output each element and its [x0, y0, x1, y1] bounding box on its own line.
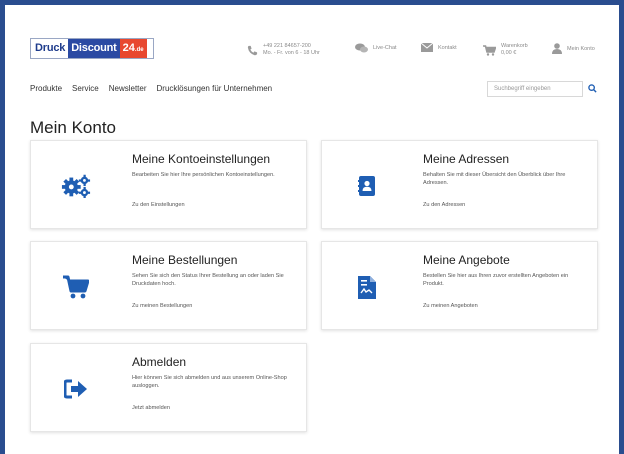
nav-item-newsletter[interactable]: Newsletter	[109, 84, 147, 93]
account-label: Mein Konto	[567, 45, 595, 52]
card-link[interactable]: Jetzt abmelden	[132, 405, 170, 411]
nav-item-druckloesungen[interactable]: Drucklösungen für Unternehmen	[157, 84, 273, 93]
page-frame: Druck Discount 24.de +49 221 84657-200 M…	[5, 5, 619, 454]
card-description: Bestellen Sie hier aus Ihren zuvor erste…	[423, 273, 569, 287]
contact-label: Kontakt	[438, 44, 457, 51]
logo-part-discount: Discount	[68, 39, 120, 58]
cart-icon	[61, 272, 91, 302]
nav-item-service[interactable]: Service	[72, 84, 99, 93]
cart-icon	[483, 44, 496, 56]
search-input[interactable]: Suchbegriff eingeben	[487, 81, 583, 97]
header-contact[interactable]: Kontakt	[421, 43, 457, 52]
gears-icon	[61, 171, 91, 201]
card-description: Bearbeiten Sie hier Ihre persönlichen Ko…	[132, 172, 275, 178]
address-book-icon	[352, 171, 382, 201]
nav-item-produkte[interactable]: Produkte	[30, 84, 62, 93]
header-cart[interactable]: Warenkorb 0,00 €	[483, 43, 528, 57]
user-icon	[552, 43, 562, 54]
main-nav: Produkte Service Newsletter Drucklösunge…	[30, 84, 282, 93]
card-description: Hier können Sie sich abmelden und aus un…	[132, 375, 287, 389]
phone-hours: Mo. - Fr. von 6 - 18 Uhr	[263, 50, 320, 56]
card-orders[interactable]: Meine Bestellungen Sehen Sie sich den St…	[30, 241, 307, 330]
card-link[interactable]: Zu den Adressen	[423, 202, 465, 208]
logo-part-druck: Druck	[31, 39, 69, 58]
card-logout[interactable]: Abmelden Hier können Sie sich abmelden u…	[30, 343, 307, 432]
logo-part-24: 24.de	[119, 39, 147, 58]
card-title: Meine Adressen	[423, 152, 510, 166]
page-title: Mein Konto	[30, 118, 116, 137]
card-description: Behalten Sie mit dieser Übersicht den Üb…	[423, 172, 566, 186]
card-link[interactable]: Zu meinen Bestellungen	[132, 303, 192, 309]
header-account[interactable]: Mein Konto	[552, 43, 595, 54]
search-icon[interactable]	[588, 84, 597, 93]
card-title: Meine Kontoeinstellungen	[132, 152, 271, 166]
chat-icon	[355, 43, 368, 53]
header-live-chat[interactable]: Live-Chat	[355, 43, 397, 53]
card-offers[interactable]: Meine Angebote Bestellen Sie hier aus Ih…	[321, 241, 598, 330]
document-icon	[352, 272, 382, 302]
card-description: Sehen Sie sich den Status Ihrer Bestellu…	[132, 273, 284, 287]
card-title: Abmelden	[132, 355, 187, 369]
logo[interactable]: Druck Discount 24.de	[30, 38, 154, 59]
header-phone[interactable]: +49 221 84657-200 Mo. - Fr. von 6 - 18 U…	[247, 43, 320, 57]
card-title: Meine Bestellungen	[132, 253, 238, 267]
card-title: Meine Angebote	[423, 253, 510, 267]
envelope-icon	[421, 43, 433, 52]
phone-number: +49 221 84657-200	[263, 43, 311, 49]
cart-label: Warenkorb	[501, 43, 528, 49]
card-link[interactable]: Zu meinen Angeboten	[423, 303, 478, 309]
card-addresses[interactable]: Meine Adressen Behalten Sie mit dieser Ü…	[321, 140, 598, 229]
live-chat-label: Live-Chat	[373, 45, 397, 51]
card-link[interactable]: Zu den Einstellungen	[132, 202, 185, 208]
card-account-settings[interactable]: Meine Kontoeinstellungen Bearbeiten Sie …	[30, 140, 307, 229]
phone-icon	[247, 45, 258, 55]
cart-total: 0,00 €	[501, 50, 517, 56]
sign-out-icon	[61, 374, 91, 404]
